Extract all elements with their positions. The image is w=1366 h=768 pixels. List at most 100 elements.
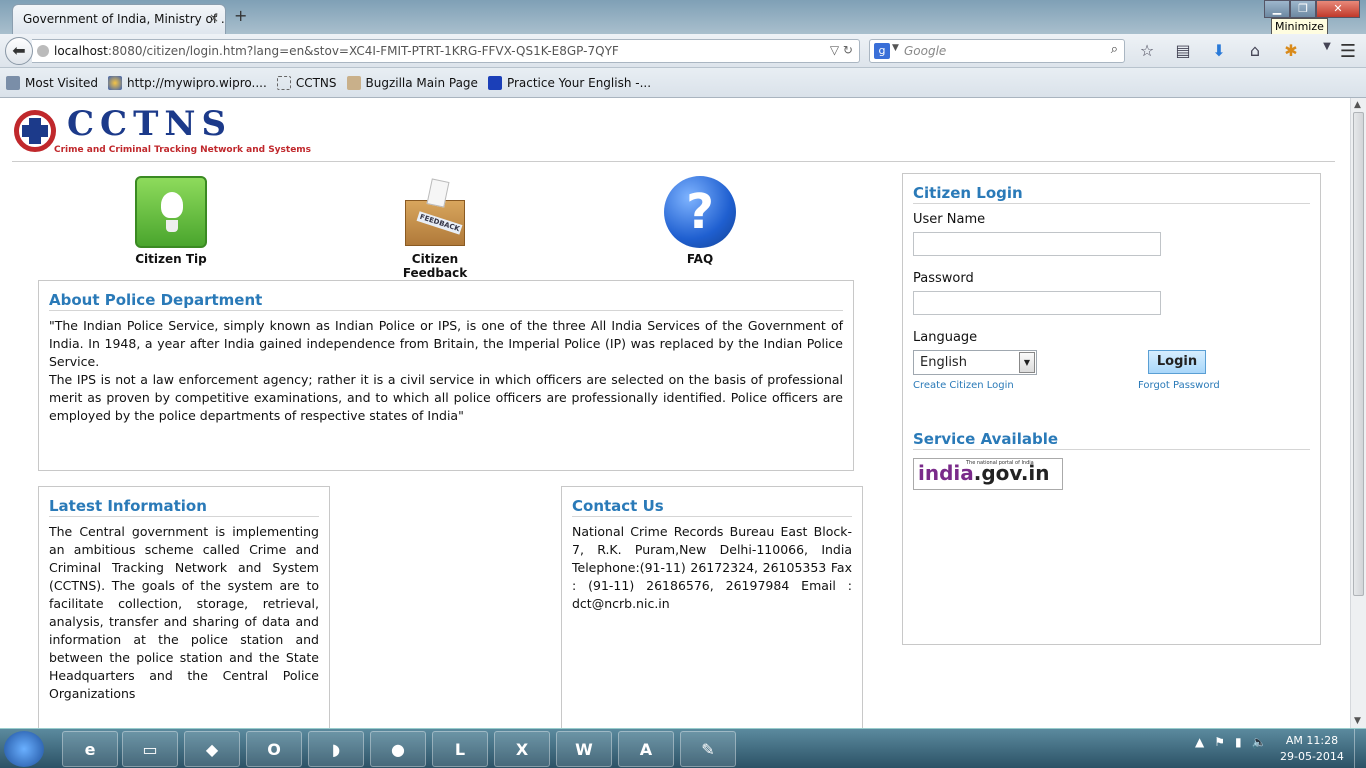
bookmarks-list-icon[interactable]: ▤ [1172, 41, 1194, 60]
chevron-down-icon[interactable]: ▼ [892, 43, 899, 53]
chevron-down-icon[interactable]: ▼ [1019, 352, 1035, 373]
bookmark-practice-english[interactable]: Practice Your English -... [487, 75, 651, 90]
show-desktop-button[interactable] [1354, 729, 1366, 768]
flag-icon[interactable]: ⚑ [1214, 735, 1225, 749]
bookmark-cctns[interactable]: CCTNS [276, 75, 337, 90]
acrobat-icon[interactable]: A [618, 731, 674, 767]
browser-tab-bar: Government of India, Ministry of ... × +… [0, 0, 1366, 35]
create-citizen-login-link[interactable]: Create Citizen Login [913, 380, 1014, 391]
windows-taskbar: e ▭ ◆ O ◗ ● L X W A ✎ ▲ ⚑ ▮ 🔈 AM 11:28 2… [0, 728, 1366, 768]
password-field[interactable] [913, 291, 1161, 315]
addon-icon[interactable]: ✱ [1280, 41, 1302, 60]
dolphin-app-icon[interactable]: ◗ [308, 731, 364, 767]
start-button[interactable] [4, 731, 44, 767]
faq-link[interactable]: ? FAQ [650, 176, 750, 266]
explorer-icon[interactable]: ▭ [122, 731, 178, 767]
ie-icon[interactable]: e [62, 731, 118, 767]
menu-icon[interactable]: ☰ [1340, 41, 1356, 62]
login-button[interactable]: Login [1148, 350, 1206, 374]
vertical-scrollbar[interactable]: ▲ ▼ [1350, 98, 1366, 728]
volume-icon[interactable]: 🔈 [1252, 735, 1267, 749]
window-controls: ▁ ❐ ✕ [1264, 0, 1360, 18]
bookmark-bugzilla[interactable]: Bugzilla Main Page [346, 75, 478, 90]
language-value: English [920, 355, 967, 370]
toolbar-icons: ☆ ▤ ⬇ ⌂ ✱ ▼ [1136, 41, 1338, 60]
back-button[interactable]: ⬅ [5, 37, 33, 65]
citizen-tip-label: Citizen Tip [135, 252, 207, 266]
scrollbar-thumb[interactable] [1353, 112, 1364, 596]
home-icon[interactable]: ⌂ [1244, 41, 1266, 60]
close-tab-icon[interactable]: × [209, 11, 219, 25]
india-logo-tagline: The national portal of India [966, 460, 1034, 466]
header-divider [12, 161, 1335, 162]
login-title: Citizen Login [913, 184, 1310, 204]
about-title: About Police Department [49, 291, 843, 311]
address-bar[interactable]: localhost:8080/citizen/login.htm?lang=en… [32, 39, 860, 63]
search-input[interactable]: g ▼ Google ⌕ [869, 39, 1125, 63]
download-icon[interactable]: ⬇ [1208, 41, 1230, 60]
language-select[interactable]: English ▼ [913, 350, 1037, 375]
tab-title: Government of India, Ministry of ... [23, 12, 226, 26]
bookmark-most-visited[interactable]: Most Visited [6, 75, 98, 90]
about-police-panel: About Police Department "The Indian Poli… [38, 280, 854, 471]
logo-subtitle: Crime and Criminal Tracking Network and … [54, 145, 312, 155]
outlook-icon[interactable]: O [246, 731, 302, 767]
browser-nav-bar: localhost:8080/citizen/login.htm?lang=en… [0, 34, 1366, 68]
password-label: Password [913, 271, 974, 286]
username-field[interactable] [913, 232, 1161, 256]
contact-us-panel: Contact Us National Crime Records Bureau… [561, 486, 863, 728]
scroll-down-icon[interactable]: ▼ [1354, 716, 1361, 726]
wipro-icon [108, 75, 123, 90]
search-icon[interactable]: ⌕ [1111, 42, 1118, 57]
snipping-tool-icon[interactable]: ✎ [680, 731, 736, 767]
india-gov-in-link[interactable]: india.gov.in The national portal of Indi… [913, 458, 1063, 490]
feedback-box-icon: FEEDBACK [399, 176, 471, 248]
cctns-logo[interactable]: CCTNS Crime and Criminal Tracking Networ… [12, 104, 311, 156]
about-paragraph-1: "The Indian Police Service, simply known… [49, 318, 843, 369]
network-icon[interactable]: ▮ [1235, 735, 1242, 749]
web-page: CCTNS Crime and Criminal Tracking Networ… [0, 98, 1350, 728]
latest-text: The Central government is implementing a… [49, 524, 319, 701]
about-paragraph-2: The IPS is not a law enforcement agency;… [49, 372, 843, 423]
google-icon[interactable]: g [874, 43, 890, 59]
citizen-feedback-link[interactable]: FEEDBACK Citizen Feedback [380, 176, 490, 280]
contact-text: National Crime Records Bureau East Block… [572, 524, 852, 611]
cctns-emblem-icon [14, 110, 56, 152]
back-arrow-icon: ⬅ [12, 41, 26, 60]
url-path: :8080/citizen/login.htm?lang=en&stov=XC4… [107, 44, 619, 58]
show-hidden-icons-icon[interactable]: ▲ [1195, 735, 1204, 749]
bookmark-star-icon[interactable]: ☆ [1136, 41, 1158, 60]
faq-label: FAQ [686, 252, 714, 266]
window-close-button[interactable]: ✕ [1316, 0, 1360, 18]
lync-icon[interactable]: L [432, 731, 488, 767]
minimize-button[interactable]: ▁ [1264, 0, 1290, 18]
firefox-icon[interactable]: ● [370, 731, 426, 767]
letter-f-icon [487, 75, 502, 90]
bug-icon [346, 75, 361, 90]
username-label: User Name [913, 212, 986, 227]
citizen-login-panel: Citizen Login User Name Password Languag… [902, 173, 1321, 645]
virtualbox-icon[interactable]: ◆ [184, 731, 240, 767]
browser-tab[interactable]: Government of India, Ministry of ... × [12, 4, 226, 34]
clock-date: 29-05-2014 [1280, 750, 1344, 763]
question-mark-icon: ? [664, 176, 736, 248]
clock-time: AM 11:28 [1285, 734, 1339, 747]
scroll-up-icon[interactable]: ▲ [1354, 100, 1361, 110]
citizen-feedback-label: Citizen Feedback [402, 252, 468, 280]
minimize-tooltip: Minimize [1271, 18, 1328, 35]
chevron-down-icon[interactable]: ▼ [1316, 41, 1338, 60]
bookmark-mywipro[interactable]: http://mywipro.wipro.... [108, 75, 267, 90]
lightbulb-icon [135, 176, 207, 248]
logo-title: CCTNS [67, 104, 233, 144]
excel-icon[interactable]: X [494, 731, 550, 767]
new-tab-button[interactable]: + [234, 6, 247, 25]
restore-button[interactable]: ❐ [1290, 0, 1316, 18]
taskbar-clock[interactable]: AM 11:28 29-05-2014 [1280, 733, 1344, 765]
word-icon[interactable]: W [556, 731, 612, 767]
service-available-title: Service Available [913, 430, 1310, 450]
latest-information-panel: Latest Information The Central governmen… [38, 486, 330, 728]
latest-title: Latest Information [49, 497, 319, 517]
forgot-password-link[interactable]: Forgot Password [1138, 380, 1220, 391]
reload-icon[interactable]: ▽ ↻ [830, 43, 853, 57]
citizen-tip-link[interactable]: Citizen Tip [121, 176, 221, 266]
